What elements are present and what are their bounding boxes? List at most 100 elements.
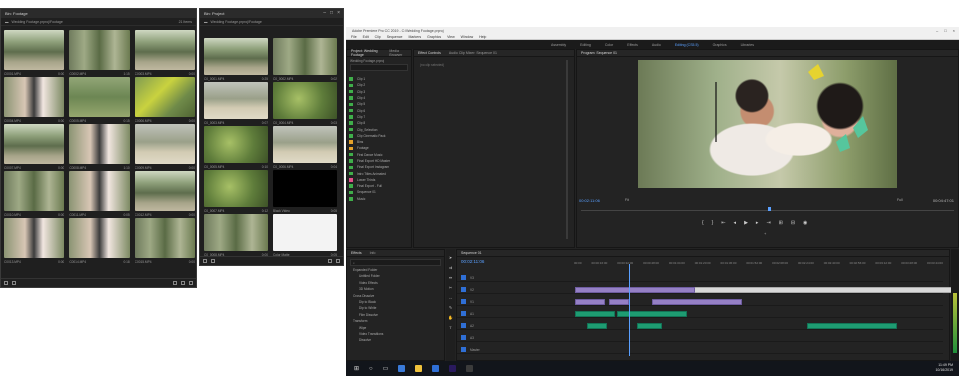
quality-dropdown[interactable]: Full	[897, 198, 903, 202]
track-header[interactable]: Master	[457, 346, 517, 353]
track-header[interactable]: V3	[457, 274, 517, 281]
mark-in-icon[interactable]: {	[702, 220, 704, 226]
mark-out-icon[interactable]: }	[712, 220, 714, 226]
new-bin-icon[interactable]	[173, 281, 177, 285]
premiere-taskbar-icon[interactable]	[449, 365, 457, 372]
step-forward-icon[interactable]: ▸	[756, 220, 759, 226]
clip-thumbnail[interactable]: C0015.MP4 0:00	[134, 218, 195, 265]
bin-title-bar[interactable]: Bin: Project – □ ×	[200, 9, 343, 18]
workspace-tab[interactable]: Assembly	[551, 43, 566, 47]
file-explorer-icon[interactable]	[415, 365, 423, 372]
program-video-frame[interactable]	[638, 60, 897, 188]
menu-item-edit[interactable]: Edit	[363, 35, 369, 39]
project-search-input[interactable]	[350, 64, 408, 71]
clip-thumbnail[interactable]: C0010.MP4 0:00	[4, 171, 65, 218]
timeline-timecode[interactable]: 00:02:11:06	[461, 259, 484, 264]
clip-thumbnail[interactable]: C0_0003.MP4 0:07	[204, 82, 268, 126]
clip-thumbnail[interactable]: C0014.MP4 0:18	[69, 218, 130, 265]
add-button-icon[interactable]: +	[764, 231, 766, 236]
start-icon[interactable]: ⊞	[354, 365, 359, 372]
hand-tool-icon[interactable]: ✋	[448, 315, 453, 320]
minimize-icon[interactable]: –	[323, 10, 326, 16]
tab-sequence[interactable]: Sequence 01	[461, 251, 482, 255]
list-view-icon[interactable]	[4, 281, 8, 285]
workspace-tab[interactable]: Libraries	[741, 43, 754, 47]
play-icon[interactable]: ▶	[744, 220, 748, 226]
type-tool-icon[interactable]: T	[449, 325, 451, 330]
clip-thumbnail[interactable]: C0_0002.MP4 0:02	[273, 38, 337, 82]
clip-thumbnail[interactable]: C0012.MP4 0:00	[134, 171, 195, 218]
task-view-icon[interactable]: ▭	[383, 365, 389, 372]
panel-tab[interactable]: Effect Controls	[418, 51, 441, 55]
video-clip[interactable]	[609, 299, 629, 305]
close-icon[interactable]: ×	[337, 10, 340, 16]
go-to-out-icon[interactable]: ⇥	[766, 220, 770, 226]
workspace-tab[interactable]: Color	[605, 43, 613, 47]
menu-item-window[interactable]: Window	[461, 35, 473, 39]
track-target-button[interactable]	[461, 347, 466, 352]
workspace-tab[interactable]: Audio	[652, 43, 661, 47]
premiere-title-bar[interactable]: Adobe Premiere Pro CC 2019 - C:\Wedding …	[346, 27, 959, 34]
menu-item-view[interactable]: View	[447, 35, 455, 39]
menu-item-graphics[interactable]: Graphics	[427, 35, 441, 39]
clip-thumbnail[interactable]: C0005.MP4 0:15	[69, 77, 130, 124]
workspace-tab[interactable]: Effects	[627, 43, 638, 47]
trash-icon[interactable]	[336, 259, 340, 263]
audio-clip[interactable]	[617, 311, 687, 317]
close-icon[interactable]: ×	[953, 28, 955, 33]
clip-thumbnail[interactable]: C0002.MP4 1:15	[69, 30, 130, 77]
audio-clip[interactable]	[807, 323, 897, 329]
app-taskbar-icon[interactable]	[466, 365, 474, 372]
export-frame-icon[interactable]: ◉	[803, 220, 807, 226]
fit-dropdown[interactable]: Fit	[625, 198, 629, 202]
menu-item-markers[interactable]: Markers	[408, 35, 421, 39]
menu-item-file[interactable]: File	[351, 35, 357, 39]
panel-tab[interactable]: Audio Clip Mixer: Sequence 01	[449, 51, 497, 55]
edge-icon[interactable]	[398, 365, 406, 372]
effects-tree-item[interactable]: Dissolve	[351, 338, 444, 344]
clip-thumbnail[interactable]: C0001.MP4 0:00	[4, 30, 65, 77]
menu-item-sequence[interactable]: Sequence	[387, 35, 403, 39]
program-scrub-bar[interactable]	[581, 207, 954, 211]
slip-tool-icon[interactable]: ↔	[449, 295, 453, 300]
panel-tab[interactable]: Info	[370, 251, 376, 255]
step-back-icon[interactable]: ◂	[734, 220, 737, 226]
track-select-tool-icon[interactable]: ⇉	[449, 265, 452, 270]
trash-icon[interactable]	[189, 281, 193, 285]
razor-tool-icon[interactable]: ✂	[449, 285, 452, 290]
effect-controls-scrollbar[interactable]	[566, 60, 568, 239]
track-header[interactable]: A2	[457, 322, 517, 329]
ripple-edit-tool-icon[interactable]: ⇹	[449, 275, 452, 280]
clip-thumbnail[interactable]: C0011.MP4 0:05	[69, 171, 130, 218]
clip-thumbnail[interactable]: C0006.MP4 0:00	[134, 77, 195, 124]
clip-thumbnail[interactable]: C0007.MP4 0:00	[4, 124, 65, 171]
maximize-icon[interactable]: □	[330, 10, 333, 16]
go-to-in-icon[interactable]: ⇤	[721, 220, 725, 226]
menu-item-clip[interactable]: Clip	[375, 35, 381, 39]
icon-view-icon[interactable]	[211, 259, 215, 263]
store-icon[interactable]	[432, 365, 440, 372]
panel-tab[interactable]: Media Browser	[389, 49, 407, 57]
clip-thumbnail[interactable]: C0_0006.MP4 0:04	[273, 126, 337, 170]
workspace-tab[interactable]: Graphics	[713, 43, 727, 47]
clip-thumbnail[interactable]: C0_0008.MP4 0:00	[204, 214, 268, 258]
pen-tool-icon[interactable]: ✎	[449, 305, 452, 310]
workspace-tab[interactable]: Editing	[580, 43, 591, 47]
video-clip[interactable]	[575, 287, 695, 293]
track-header[interactable]: V1	[457, 298, 517, 305]
clip-thumbnail[interactable]: C0013.MP4 0:00	[4, 218, 65, 265]
clip-thumbnail[interactable]: C0008.MP4 1:10	[69, 124, 130, 171]
panel-tab[interactable]: Effects	[351, 251, 362, 255]
audio-clip[interactable]	[637, 323, 662, 329]
track-target-button[interactable]	[461, 323, 466, 328]
icon-view-icon[interactable]	[12, 281, 16, 285]
track-target-button[interactable]	[461, 335, 466, 340]
bin-title-bar[interactable]: Bin: Footage	[1, 9, 196, 18]
clip-thumbnail[interactable]: Black Video 0:05	[273, 170, 337, 214]
workspace-tab[interactable]: Editing (CS5.5)	[675, 43, 699, 47]
track-header[interactable]: A3	[457, 334, 517, 341]
track-target-button[interactable]	[461, 299, 466, 304]
clip-thumbnail[interactable]: C0003.MP4 0:00	[134, 30, 195, 77]
clip-thumbnail[interactable]: C0_0001.MP4 0:25	[204, 38, 268, 82]
track-target-button[interactable]	[461, 311, 466, 316]
